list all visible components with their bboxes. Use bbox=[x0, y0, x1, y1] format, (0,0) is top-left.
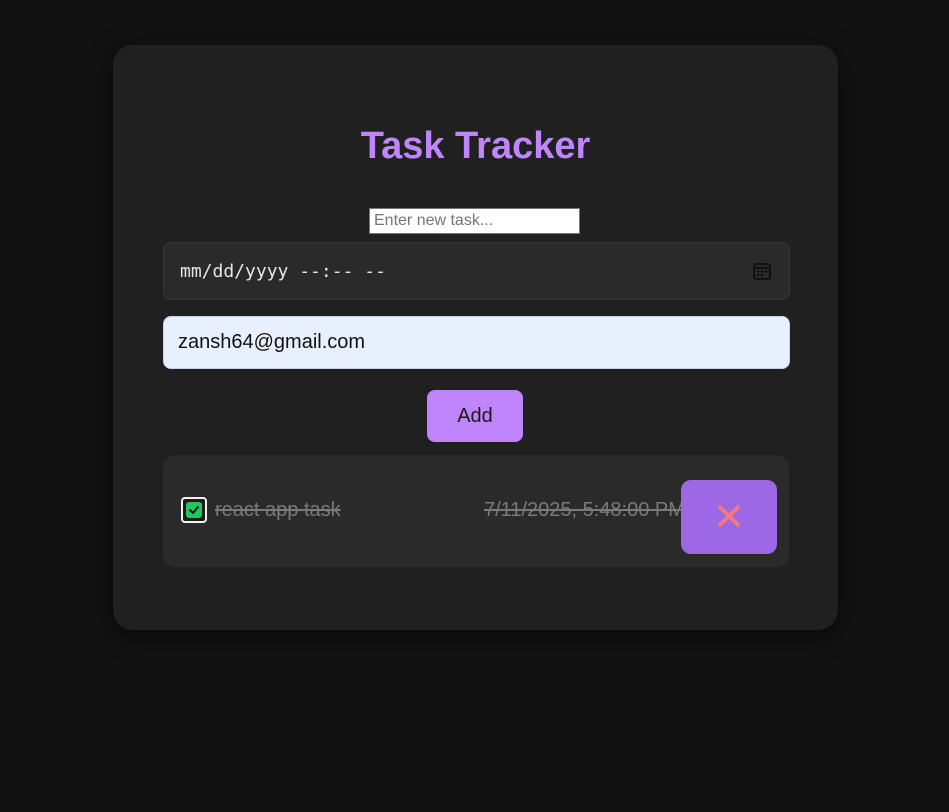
checkmark-icon bbox=[186, 502, 202, 518]
task-datetime: 7/11/2025, 5:48:00 PM bbox=[484, 499, 681, 521]
datetime-mask: mm/dd/yyyy --:-- -- bbox=[180, 260, 386, 282]
close-icon bbox=[717, 504, 741, 531]
add-button[interactable]: Add bbox=[427, 390, 523, 442]
task-complete-checkbox[interactable] bbox=[181, 497, 207, 523]
task-text: react app task bbox=[215, 499, 341, 521]
task-tracker-card: Task Tracker mm/dd/yyyy --:-- -- Add bbox=[113, 45, 838, 630]
task-item: react app task 7/11/2025, 5:48:00 PM bbox=[163, 455, 789, 567]
email-field[interactable] bbox=[163, 316, 790, 369]
new-task-input[interactable] bbox=[369, 208, 580, 234]
datetime-input[interactable]: mm/dd/yyyy --:-- -- bbox=[163, 242, 790, 300]
calendar-icon[interactable] bbox=[753, 262, 771, 280]
delete-task-button[interactable] bbox=[681, 480, 777, 554]
page-title: Task Tracker bbox=[360, 125, 591, 167]
